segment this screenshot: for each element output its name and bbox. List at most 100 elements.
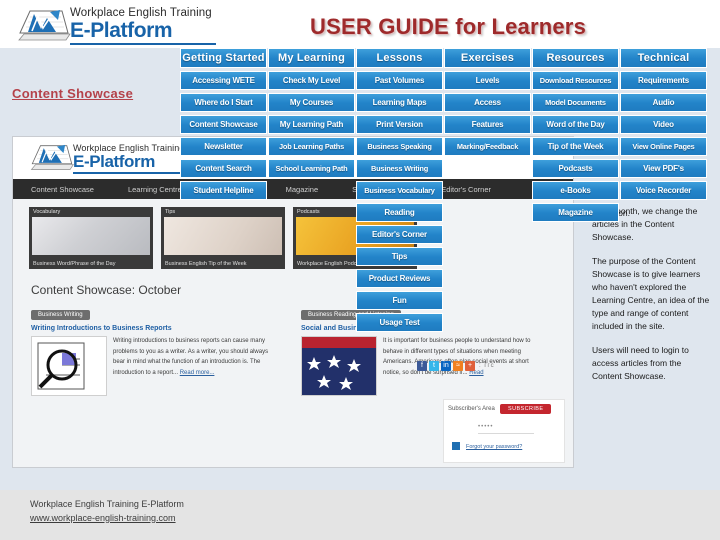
menu-item-past-volumes[interactable]: Past Volumes — [356, 71, 443, 90]
social-more-label: : ггс — [479, 363, 495, 369]
menu-item-video[interactable]: Video — [620, 115, 707, 134]
menu-item-audio[interactable]: Audio — [620, 93, 707, 112]
menu-heading-technical[interactable]: Technical — [620, 48, 707, 68]
slide-root: Workplace English Training E-Platform US… — [0, 0, 720, 540]
menu-item-accessing-wete[interactable]: Accessing WETE — [180, 71, 267, 90]
menu-item-student-helpline[interactable]: Student Helpline — [180, 181, 267, 200]
menu-item-tips[interactable]: Tips — [356, 247, 443, 266]
section-heading: Content Showcase — [12, 86, 134, 101]
nav-item-editors-corner[interactable]: Editor's Corner — [441, 185, 491, 194]
menu-item-where-do-i-start[interactable]: Where do I Start — [180, 93, 267, 112]
menu-item-requirements[interactable]: Requirements — [620, 71, 707, 90]
us-flag-icon — [302, 337, 376, 395]
menu-item-access[interactable]: Access — [444, 93, 531, 112]
card-image-tips — [164, 217, 282, 255]
menu-item-content-search[interactable]: Content Search — [180, 159, 267, 178]
menu-item-reading[interactable]: Reading — [356, 203, 443, 222]
menu-item-my-learning-path[interactable]: My Learning Path — [268, 115, 355, 134]
card-tag: Vocabulary — [33, 209, 61, 215]
menu-item-product-reviews[interactable]: Product Reviews — [356, 269, 443, 288]
menu-item-features[interactable]: Features — [444, 115, 531, 134]
menu-heading-resources[interactable]: Resources — [532, 48, 619, 68]
magnifier-document-icon — [37, 342, 85, 390]
menu-item-tip-of-the-week[interactable]: Tip of the Week — [532, 137, 619, 156]
menu-column-technical: Technical Requirements Audio Video View … — [620, 48, 707, 203]
subscriber-area-label: Subscriber's Area — [448, 406, 495, 412]
article-thumbnail-us-flag — [301, 336, 377, 396]
menu-item-learning-maps[interactable]: Learning Maps — [356, 93, 443, 112]
social-links[interactable]: f t in ≈ + : ггс — [417, 361, 495, 371]
explanation-column: Each month, we change the articles in th… — [592, 205, 712, 393]
facebook-icon[interactable]: f — [417, 361, 427, 371]
article-headline[interactable]: Writing Introductions to Business Report… — [31, 325, 281, 332]
menu-item-editors-corner[interactable]: Editor's Corner — [356, 225, 443, 244]
screenshot-logo-underline — [73, 172, 195, 174]
menu-item-download-resources[interactable]: Download Resources — [532, 71, 619, 90]
feature-card[interactable]: Vocabulary Business Word/Phrase of the D… — [29, 207, 153, 269]
nav-item-magazine[interactable]: Magazine — [286, 185, 319, 194]
brand-logo: Workplace English Training E-Platform — [16, 5, 216, 47]
share-plus-icon[interactable]: + — [465, 361, 475, 371]
footer-website-link[interactable]: www.workplace-english-training.com — [30, 513, 176, 523]
subscribe-button[interactable]: SUBSCRIBE — [500, 404, 552, 414]
menu-heading-exercises[interactable]: Exercises — [444, 48, 531, 68]
menu-item-my-courses[interactable]: My Courses — [268, 93, 355, 112]
card-tag: Podcasts — [297, 209, 320, 215]
login-button[interactable] — [452, 442, 460, 450]
menu-column-getting-started: Getting Started Accessing WETE Where do … — [180, 48, 267, 203]
menu-column-resources: Resources Download Resources Model Docum… — [532, 48, 619, 225]
rss-icon[interactable]: ≈ — [453, 361, 463, 371]
menu-item-word-of-the-day[interactable]: Word of the Day — [532, 115, 619, 134]
linkedin-icon[interactable]: in — [441, 361, 451, 371]
footer: Workplace English Training E-Platform ww… — [30, 498, 184, 525]
subscriber-area-box: Subscriber's Area SUBSCRIBE ••••• Forgot… — [443, 399, 565, 463]
explanation-paragraph-3: Users will need to login to access artic… — [592, 344, 689, 381]
menu-item-business-vocabulary[interactable]: Business Vocabulary — [356, 181, 443, 200]
menu-heading-getting-started[interactable]: Getting Started — [180, 48, 267, 68]
menu-item-model-documents[interactable]: Model Documents — [532, 93, 619, 112]
site-screenshot: Workplace English Training E-Platform Co… — [12, 136, 574, 468]
menu-item-check-my-level[interactable]: Check My Level — [268, 71, 355, 90]
menu-column-exercises: Exercises Levels Access Features Marking… — [444, 48, 531, 159]
menu-item-marking-feedback[interactable]: Marking/Feedback — [444, 137, 531, 156]
nav-item-learning-centre[interactable]: Learning Centre — [128, 185, 182, 194]
nav-item-content-showcase[interactable]: Content Showcase — [31, 185, 94, 194]
footer-company: Workplace English Training E-Platform — [30, 499, 184, 509]
menu-item-voice-recorder[interactable]: Voice Recorder — [620, 181, 707, 200]
menu-item-ebooks[interactable]: e-Books — [532, 181, 619, 200]
menu-item-magazine[interactable]: Magazine — [532, 203, 619, 222]
logo-underline — [70, 43, 216, 45]
feature-card[interactable]: Tips Business English Tip of the Week — [161, 207, 285, 269]
password-input[interactable]: ••••• — [478, 424, 534, 434]
twitter-icon[interactable]: t — [429, 361, 439, 371]
menu-item-podcasts[interactable]: Podcasts — [532, 159, 619, 178]
read-more-link[interactable]: Read more... — [180, 370, 215, 376]
menu-item-newsletter[interactable]: Newsletter — [180, 137, 267, 156]
card-caption: Business Word/Phrase of the Day — [33, 261, 116, 267]
screenshot-logo-name: E-Platform — [73, 152, 155, 171]
card-tag: Tips — [165, 209, 176, 215]
menu-item-print-version[interactable]: Print Version — [356, 115, 443, 134]
menu-item-usage-test[interactable]: Usage Test — [356, 313, 443, 332]
menu-item-fun[interactable]: Fun — [356, 291, 443, 310]
forgot-password-link[interactable]: Forgot your password? — [466, 444, 522, 450]
page-title: USER GUIDE for Learners — [310, 14, 587, 39]
menu-item-view-pdfs[interactable]: View PDF's — [620, 159, 707, 178]
menu-item-business-writing[interactable]: Business Writing — [356, 159, 443, 178]
logo-name: E-Platform — [70, 19, 173, 42]
menu-item-content-showcase[interactable]: Content Showcase — [180, 115, 267, 134]
menu-item-levels[interactable]: Levels — [444, 71, 531, 90]
menu-item-business-speaking[interactable]: Business Speaking — [356, 137, 443, 156]
menu-item-view-online-pages[interactable]: View Online Pages — [620, 137, 707, 156]
screenshot-navbar[interactable]: Content Showcase Learning Centre Resourc… — [13, 179, 573, 199]
article-category-badge: Business Writing — [31, 310, 90, 320]
menu-column-my-learning: My Learning Check My Level My Courses My… — [268, 48, 355, 181]
menu-item-job-learning-paths[interactable]: Job Learning Paths — [268, 137, 355, 156]
showcase-title: Content Showcase: October — [31, 283, 182, 297]
laptop-chart-icon — [18, 10, 71, 41]
menu-item-school-learning-path[interactable]: School Learning Path — [268, 159, 355, 178]
menu-heading-my-learning[interactable]: My Learning — [268, 48, 355, 68]
logo-tagline: Workplace English Training — [70, 7, 212, 19]
menu-heading-lessons[interactable]: Lessons — [356, 48, 443, 68]
menu-column-lessons: Lessons Past Volumes Learning Maps Print… — [356, 48, 443, 335]
